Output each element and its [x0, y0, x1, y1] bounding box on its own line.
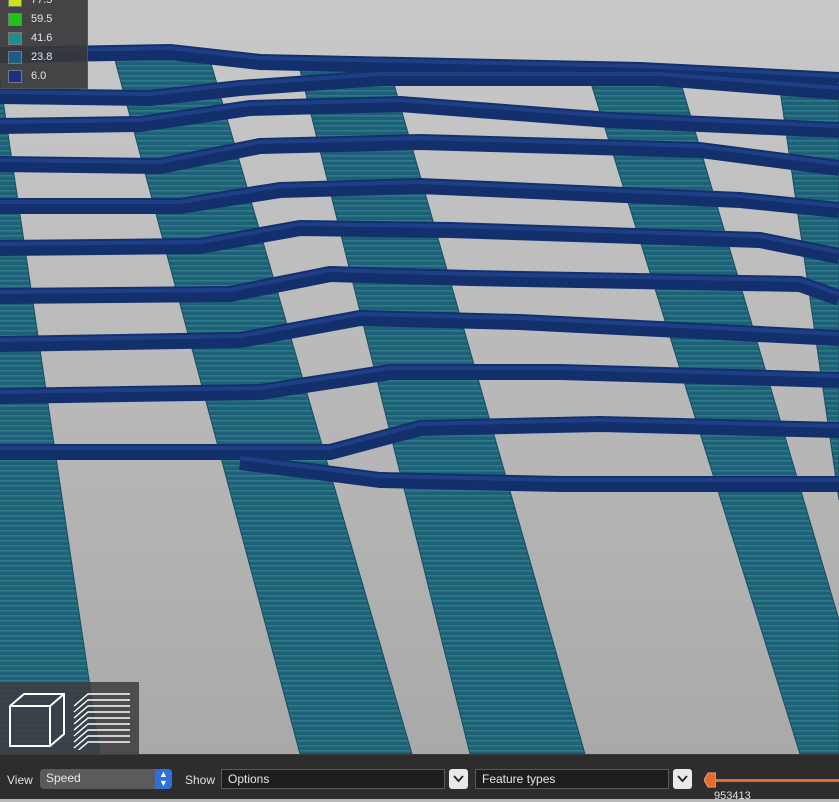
gcode-preview-scene[interactable]: [0, 0, 839, 754]
legend-swatch: [8, 0, 22, 7]
feature-types-value: Feature types: [482, 772, 556, 786]
iso-view-button[interactable]: [4, 686, 68, 750]
feature-types-combo[interactable]: Feature types: [475, 769, 669, 789]
speed-legend: 77.5 59.5 41.6 23.8 6.0: [0, 0, 88, 89]
options-combo[interactable]: Options: [221, 769, 445, 789]
view-label: View: [7, 773, 33, 787]
legend-swatch: [8, 50, 22, 64]
select-stepper-icon: ▲ ▼: [155, 769, 172, 789]
legend-item: 6.0: [8, 68, 46, 84]
legend-label: 41.6: [31, 32, 53, 44]
legend-item: 77.5: [8, 0, 52, 8]
legend-label: 59.5: [31, 13, 53, 25]
legend-label: 6.0: [31, 70, 47, 82]
bottom-toolbar: View Speed ▲ ▼ Show Options Feature types…: [0, 754, 839, 802]
view-buttons-panel: [0, 682, 139, 755]
cube-icon: [9, 693, 65, 747]
layer-slider-handle[interactable]: [704, 772, 716, 788]
legend-label: 23.8: [31, 51, 53, 63]
options-dropdown-button[interactable]: [449, 769, 468, 789]
layers-view-button[interactable]: [70, 686, 134, 755]
legend-swatch: [8, 12, 22, 26]
layer-move-slider-track[interactable]: [712, 779, 839, 782]
legend-label: 77.5: [31, 0, 53, 6]
legend-item: 23.8: [8, 49, 52, 65]
view-type-value: Speed: [46, 771, 81, 785]
options-value: Options: [228, 772, 270, 786]
3d-preview-viewport[interactable]: [0, 0, 839, 754]
show-label: Show: [185, 773, 216, 787]
legend-item: 41.6: [8, 30, 52, 46]
chevron-down-icon: [453, 775, 464, 783]
layers-icon: [73, 693, 130, 755]
legend-swatch: [8, 69, 22, 83]
chevron-down-icon: [677, 775, 688, 783]
view-type-select[interactable]: Speed ▲ ▼: [40, 769, 172, 789]
legend-item: 59.5: [8, 11, 52, 27]
feature-types-dropdown-button[interactable]: [673, 769, 692, 789]
slider-value: 953413: [714, 790, 751, 802]
legend-swatch: [8, 31, 22, 45]
